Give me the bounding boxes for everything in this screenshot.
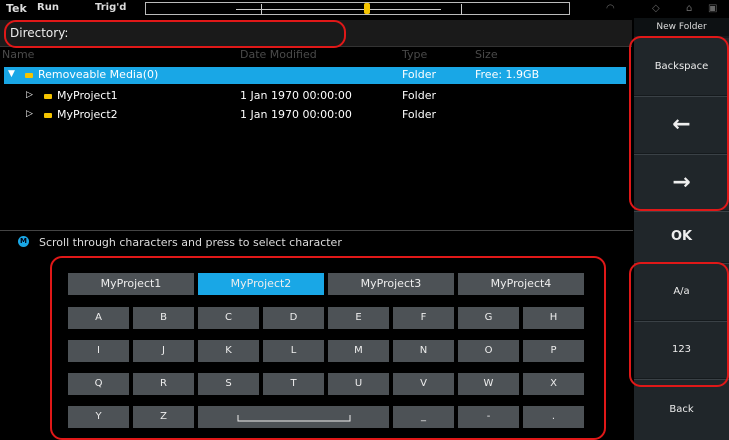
ok-button[interactable]: OK	[634, 212, 729, 262]
key-w[interactable]: W	[458, 373, 519, 395]
cursor-right-button[interactable]: →	[634, 155, 729, 210]
key-t[interactable]: T	[263, 373, 324, 395]
cursor-left-button[interactable]: ←	[634, 97, 729, 153]
folder-icon	[25, 72, 33, 78]
key-l[interactable]: L	[263, 340, 324, 362]
key-x[interactable]: X	[523, 373, 584, 395]
key-i[interactable]: I	[68, 340, 129, 362]
trigger-status: Trig'd	[95, 2, 127, 13]
space-key[interactable]	[198, 406, 389, 428]
file-row[interactable]: ▼ Removeable Media(0) Folder Free: 1.9GB	[4, 67, 626, 84]
space-bar-icon	[237, 415, 351, 422]
file-type: Folder	[402, 108, 436, 121]
key-dash[interactable]: -	[458, 406, 519, 428]
column-header-date[interactable]: Date Modified	[240, 48, 317, 61]
case-toggle-button[interactable]: A/a	[634, 264, 729, 320]
collapsed-arrow-icon[interactable]: ▷	[26, 90, 33, 100]
key-q[interactable]: Q	[68, 373, 129, 395]
side-menu-title: New Folder	[634, 18, 729, 36]
wifi-icon: ◠	[606, 3, 615, 14]
timeline-bracket-right	[461, 4, 462, 15]
key-k[interactable]: K	[198, 340, 259, 362]
file-type: Folder	[402, 68, 436, 81]
key-m[interactable]: M	[328, 340, 389, 362]
expanded-arrow-icon[interactable]: ▼	[8, 69, 15, 79]
brand-logo: Tek	[6, 2, 27, 15]
key-period[interactable]: .	[523, 406, 584, 428]
lock-icon: ▣	[708, 3, 718, 14]
numbers-button[interactable]: 123	[634, 322, 729, 378]
key-c[interactable]: C	[198, 307, 259, 329]
multipurpose-knob-icon: M	[18, 236, 29, 247]
key-p[interactable]: P	[523, 340, 584, 362]
key-underscore[interactable]: _	[393, 406, 454, 428]
directory-bar[interactable]	[0, 20, 632, 47]
file-type: Folder	[402, 89, 436, 102]
folder-icon	[44, 93, 52, 99]
key-r[interactable]: R	[133, 373, 194, 395]
key-y[interactable]: Y	[68, 406, 129, 428]
run-status: Run	[37, 2, 59, 13]
trigger-marker-icon	[364, 3, 370, 14]
file-date: 1 Jan 1970 00:00:00	[240, 89, 352, 102]
file-size: Free: 1.9GB	[475, 68, 540, 81]
file-name: MyProject1	[44, 89, 118, 102]
file-row[interactable]: ▷ MyProject1 1 Jan 1970 00:00:00 Folder	[4, 88, 626, 105]
key-d[interactable]: D	[263, 307, 324, 329]
key-b[interactable]: B	[133, 307, 194, 329]
file-date: 1 Jan 1970 00:00:00	[240, 108, 352, 121]
key-g[interactable]: G	[458, 307, 519, 329]
back-button[interactable]: Back	[634, 380, 729, 440]
directory-label: Directory:	[10, 26, 69, 40]
key-h[interactable]: H	[523, 307, 584, 329]
suggestion-button[interactable]: MyProject2	[198, 273, 324, 295]
hint-text: Scroll through characters and press to s…	[39, 236, 342, 249]
key-z[interactable]: Z	[133, 406, 194, 428]
key-j[interactable]: J	[133, 340, 194, 362]
key-v[interactable]: V	[393, 373, 454, 395]
column-header-size[interactable]: Size	[475, 48, 498, 61]
usb-icon: ⌂	[686, 3, 693, 14]
file-row[interactable]: ▷ MyProject2 1 Jan 1970 00:00:00 Folder	[4, 107, 626, 124]
suggestion-button[interactable]: MyProject3	[328, 273, 454, 295]
suggestion-button[interactable]: MyProject4	[458, 273, 584, 295]
column-header-type[interactable]: Type	[402, 48, 427, 61]
key-u[interactable]: U	[328, 373, 389, 395]
timeline-bracket-left	[261, 4, 262, 15]
key-a[interactable]: A	[68, 307, 129, 329]
key-f[interactable]: F	[393, 307, 454, 329]
suggestion-button[interactable]: MyProject1	[68, 273, 194, 295]
network-icon: ◇	[652, 3, 660, 14]
timeline-line	[236, 9, 441, 10]
column-header-name[interactable]: Name	[2, 48, 34, 61]
collapsed-arrow-icon[interactable]: ▷	[26, 109, 33, 119]
record-timeline	[145, 2, 570, 15]
key-n[interactable]: N	[393, 340, 454, 362]
key-o[interactable]: O	[458, 340, 519, 362]
file-name: MyProject2	[44, 108, 118, 121]
backspace-button[interactable]: Backspace	[634, 38, 729, 95]
key-e[interactable]: E	[328, 307, 389, 329]
divider	[0, 230, 633, 231]
folder-icon	[44, 112, 52, 118]
file-name: Removeable Media(0)	[25, 68, 158, 81]
key-s[interactable]: S	[198, 373, 259, 395]
